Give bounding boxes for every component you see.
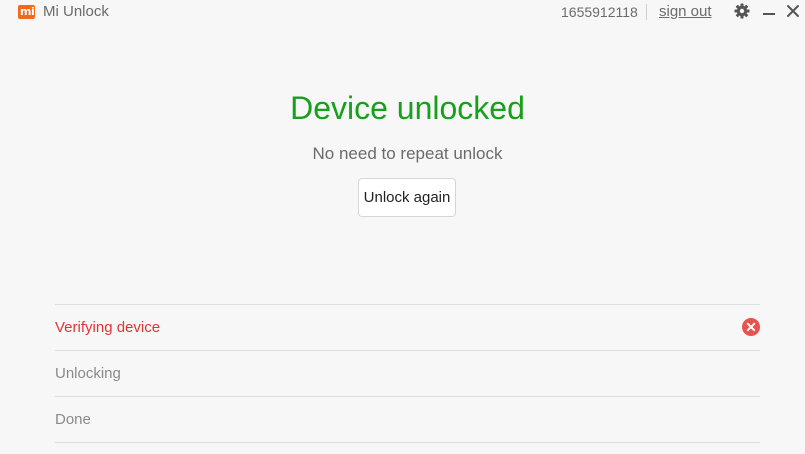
unlock-again-button[interactable]: Unlock again — [358, 178, 456, 217]
mi-logo: mi — [18, 5, 35, 19]
account-id: 1655912118 — [561, 4, 638, 20]
sign-out-link[interactable]: sign out — [659, 3, 712, 21]
app-title: Mi Unlock — [43, 3, 109, 20]
minimize-icon[interactable] — [762, 4, 776, 18]
title-divider — [646, 4, 647, 20]
step-done: Done — [55, 397, 760, 443]
title-bar: mi Mi Unlock 1655912118 sign out — [0, 0, 805, 26]
step-label: Unlocking — [55, 365, 121, 382]
gear-icon[interactable] — [734, 3, 750, 19]
unlock-status-subtitle: No need to repeat unlock — [312, 144, 503, 163]
mi-logo-mark: mi — [20, 5, 35, 18]
step-unlocking: Unlocking — [55, 351, 760, 397]
close-icon[interactable] — [786, 4, 800, 18]
step-label: Verifying device — [55, 319, 161, 336]
step-label: Done — [55, 411, 91, 428]
step-verifying-device: Verifying device — [55, 305, 760, 351]
progress-steps: Verifying device Unlocking Done — [55, 304, 760, 443]
unlock-status-title: Device unlocked — [290, 90, 525, 126]
error-icon — [742, 318, 760, 336]
